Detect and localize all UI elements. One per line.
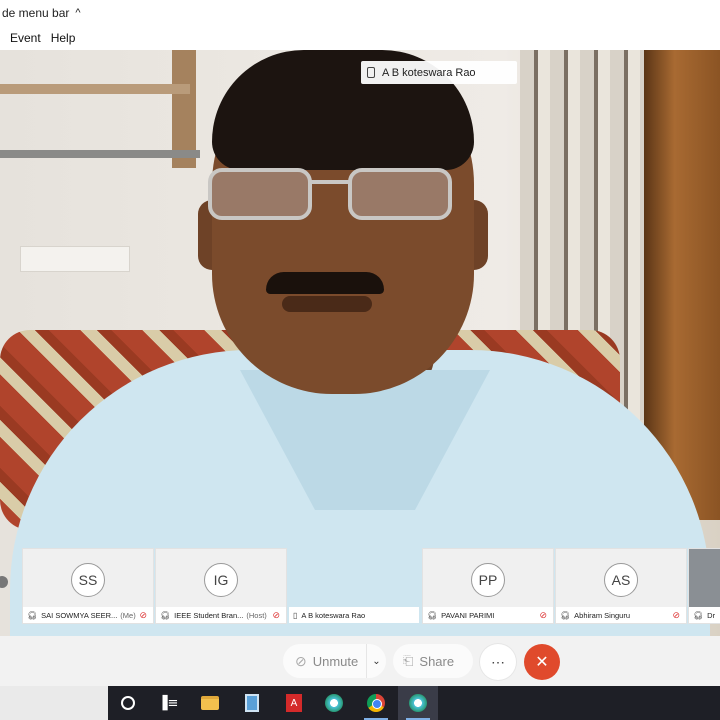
mic-muted-icon: ⊘ xyxy=(272,609,280,620)
pdf-glyph-icon: A xyxy=(286,694,302,712)
calculator-glyph-icon xyxy=(245,694,259,712)
participant-label: 🎧︎ Dr xyxy=(689,607,720,623)
participant-tile[interactable]: IG 🎧︎ IEEE Student Bran... (Host) ⊘ xyxy=(155,548,287,624)
participant-name: Dr xyxy=(707,610,716,620)
speaker-glasses xyxy=(208,162,452,222)
participant-label: 🎧︎ IEEE Student Bran... (Host) ⊘ xyxy=(156,607,286,623)
cortana-search-icon[interactable] xyxy=(108,686,148,720)
task-view-icon[interactable]: ▐≡ xyxy=(148,686,188,720)
menu-event[interactable]: Event xyxy=(10,31,41,45)
audio-options-dropdown[interactable]: ⌄ xyxy=(366,644,386,678)
wall-shelf xyxy=(0,84,190,94)
participant-name: A B koteswara Rao xyxy=(301,610,366,620)
glasses-bridge xyxy=(308,180,352,184)
participant-tile[interactable]: PP 🎧︎ PAVANI PARIMI ⊘ xyxy=(422,548,554,624)
avatar: IG xyxy=(204,563,238,597)
meeting-controls-bar: ⊘ Unmute ⌄ ⎗ Share ⋯ ✕ xyxy=(0,636,720,686)
share-icon: ⎗ xyxy=(403,653,414,668)
participant-label: ▯ A B koteswara Rao xyxy=(289,607,419,623)
headset-icon: 🎧︎ xyxy=(160,610,171,620)
unmute-label: Unmute xyxy=(312,653,359,669)
menu-help[interactable]: Help xyxy=(51,31,76,45)
mic-muted-icon: ⊘ xyxy=(539,609,547,620)
glasses-lens-right xyxy=(348,168,452,220)
wall-shelf-lower xyxy=(0,150,200,158)
webex-meeting-glyph-icon xyxy=(409,694,427,712)
participant-label: 🎧︎ PAVANI PARIMI ⊘ xyxy=(423,607,553,623)
speaker-mustache xyxy=(266,272,384,294)
folder-icon xyxy=(201,696,219,710)
chrome-icon[interactable] xyxy=(356,686,396,720)
webex-icon[interactable] xyxy=(314,686,354,720)
hide-menu-bar-label: de menu bar xyxy=(2,6,70,20)
participant-label: 🎧︎ Abhiram Singuru ⊘ xyxy=(556,607,686,623)
avatar: PP xyxy=(471,563,505,597)
wall-switchboard xyxy=(20,246,130,272)
menu-bar: Event Help xyxy=(0,26,720,50)
participant-name: SAI SOWMYA SEER... xyxy=(41,610,118,620)
participant-name: Abhiram Singuru xyxy=(574,610,631,620)
mobile-device-icon: ▯ xyxy=(293,610,298,620)
headset-icon: 🎧︎ xyxy=(693,610,704,620)
strip-scroll-left-button[interactable] xyxy=(0,576,8,588)
chrome-glyph-icon xyxy=(367,694,385,712)
participant-tile-partial[interactable]: 🎧︎ Dr xyxy=(688,548,720,624)
participant-name: PAVANI PARIMI xyxy=(441,610,495,620)
headset-icon: 🎧︎ xyxy=(27,610,38,620)
task-view-glyph-icon: ▐≡ xyxy=(157,695,179,711)
active-speaker-video: A B koteswara Rao SS 🎧︎ SAI SOWMYA SEER.… xyxy=(0,50,720,636)
participant-role: (Me) xyxy=(120,610,136,620)
mic-muted-icon: ⊘ xyxy=(139,609,147,620)
speaker-mouth xyxy=(282,296,372,312)
participant-tile[interactable]: AS 🎧︎ Abhiram Singuru ⊘ xyxy=(555,548,687,624)
more-options-button[interactable]: ⋯ xyxy=(480,644,516,680)
participant-tile[interactable]: SS 🎧︎ SAI SOWMYA SEER... (Me) ⊘ xyxy=(22,548,154,624)
webex-meeting-icon[interactable] xyxy=(398,686,438,720)
avatar: SS xyxy=(71,563,105,597)
pdf-reader-icon[interactable]: A xyxy=(274,686,314,720)
chevron-up-icon: ^ xyxy=(75,7,81,19)
share-label: Share xyxy=(419,653,455,669)
participant-name: IEEE Student Bran... xyxy=(174,610,244,620)
webex-glyph-icon xyxy=(325,694,343,712)
mobile-device-icon xyxy=(367,67,375,78)
glasses-lens-left xyxy=(208,168,312,220)
hide-menu-bar-toggle[interactable]: de menu bar ^ xyxy=(0,0,720,26)
participant-label: 🎧︎ SAI SOWMYA SEER... (Me) ⊘ xyxy=(23,607,153,623)
meeting-window: de menu bar ^ Event Help A B koteswara R… xyxy=(0,0,720,720)
participant-role: (Host) xyxy=(246,610,267,620)
headset-icon: 🎧︎ xyxy=(427,610,438,620)
active-speaker-name-tag: A B koteswara Rao xyxy=(361,61,517,84)
circle-icon xyxy=(121,696,135,710)
windows-taskbar: ▐≡ A xyxy=(108,686,720,720)
file-explorer-icon[interactable] xyxy=(190,686,230,720)
leave-meeting-button[interactable]: ✕ xyxy=(524,644,560,680)
mic-muted-icon: ⊘ xyxy=(672,609,680,620)
headset-icon: 🎧︎ xyxy=(560,610,571,620)
participant-tile-video[interactable]: ▯ A B koteswara Rao xyxy=(288,548,420,624)
avatar: AS xyxy=(604,563,638,597)
mic-off-icon: ⊘ xyxy=(295,652,307,669)
active-speaker-name: A B koteswara Rao xyxy=(382,66,476,79)
unmute-button[interactable]: ⊘ Unmute ⌄ xyxy=(283,644,386,678)
share-button[interactable]: ⎗ Share xyxy=(393,644,473,678)
calculator-icon[interactable] xyxy=(232,686,272,720)
taskbar-start-area xyxy=(0,686,108,720)
